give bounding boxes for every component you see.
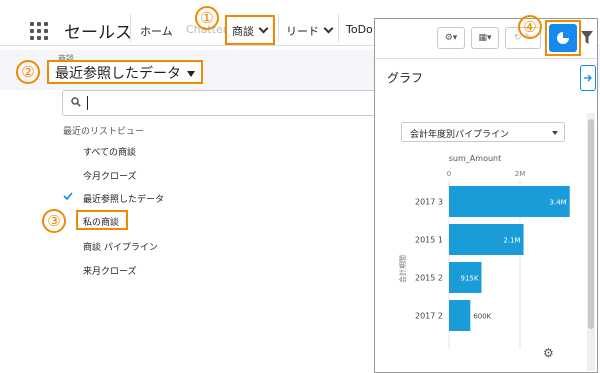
nav-divider	[338, 14, 339, 42]
panel-toolbar: ⚙▾ ▦▾ ↻ ✎	[375, 19, 597, 59]
list-view-item-recent[interactable]: 最近参照したデータ	[83, 192, 164, 205]
search-icon	[71, 97, 81, 107]
table-icon: ▦▾	[478, 33, 492, 43]
list-view-item-next-month[interactable]: 来月クローズ	[83, 264, 137, 277]
x-tick-label: 2M	[515, 170, 526, 178]
bar-value-label: 915K	[461, 275, 479, 283]
nav-tab-home[interactable]: ホーム	[140, 23, 173, 39]
arrow-right-icon	[584, 74, 592, 82]
chart-select-value: 会計年度別パイプライン	[410, 130, 510, 140]
nav-tab-opportunities[interactable]: 商談	[232, 23, 269, 39]
check-icon	[63, 192, 73, 201]
display-as-button[interactable]: ▦▾	[471, 27, 499, 49]
gear-icon: ⚙▾	[444, 33, 458, 43]
chart-panel-title: グラフ	[387, 71, 424, 85]
chevron-down-icon[interactable]	[258, 23, 269, 34]
list-view-search-input[interactable]	[62, 90, 376, 116]
bar-chart: sum_Amount 0 2M 会計期間 2017 3 3.4M 2015 1 2.1M 201…	[398, 154, 570, 349]
collapse-panel-button[interactable]	[580, 65, 596, 91]
bar-value-label: 600K	[473, 313, 491, 321]
nav-divider	[278, 14, 279, 42]
app-launcher-icon[interactable]	[30, 22, 48, 40]
nav-tab-opportunities-label: 商談	[232, 25, 254, 38]
nav-tab-todo[interactable]: ToDo	[346, 23, 373, 36]
callout-4: ④	[518, 15, 542, 39]
list-view-picker-label: 最近参照したデータ	[55, 66, 181, 82]
bar-value-label: 3.4M	[550, 199, 567, 207]
chart-select[interactable]: 会計年度別パイプライン	[401, 122, 565, 142]
callout-3: ③	[42, 209, 66, 233]
callout-1: ①	[195, 6, 219, 30]
caret-down-icon[interactable]	[187, 71, 195, 77]
nav-tab-leads-label: リード	[286, 25, 319, 38]
y-tick-label: 2017 3	[415, 198, 443, 207]
callout-2: ②	[16, 60, 40, 84]
list-view-item-pipeline[interactable]: 商談 パイプライン	[83, 240, 158, 253]
chart-title: sum_Amount	[449, 154, 501, 163]
chart-toggle-button[interactable]	[549, 24, 577, 52]
bar	[449, 300, 471, 331]
chart-settings-gear-icon[interactable]: ⚙	[543, 346, 554, 360]
chart-panel: ⚙▾ ▦▾ ↻ ✎ グラフ 会計年度別パイプライン sum_Amount 0 2M 会…	[374, 18, 598, 373]
y-tick-label: 2015 1	[415, 236, 443, 245]
y-tick-label: 2017 2	[415, 312, 443, 321]
app-name: セールス	[64, 23, 132, 43]
bar-value-label: 2.1M	[503, 237, 520, 245]
scrollbar-thumb[interactable]	[588, 119, 594, 329]
list-settings-button[interactable]: ⚙▾	[437, 27, 465, 49]
pie-chart-icon	[557, 32, 569, 44]
nav-divider	[130, 14, 131, 42]
nav-tab-leads[interactable]: リード	[286, 23, 334, 39]
filter-icon[interactable]	[581, 31, 593, 45]
y-axis-label: 会計期間	[398, 255, 407, 283]
y-tick-label: 2015 2	[415, 274, 443, 283]
x-tick-label: 0	[447, 170, 451, 178]
recent-list-views-heading: 最近のリストビュー	[63, 127, 145, 137]
text-cursor	[87, 96, 88, 110]
caret-down-icon	[552, 131, 558, 135]
chevron-down-icon[interactable]	[323, 23, 334, 34]
list-view-item-my-opportunities[interactable]: 私の商談	[83, 215, 119, 228]
list-view-item-all[interactable]: すべての商談	[83, 145, 136, 158]
list-view-item-this-month[interactable]: 今月クローズ	[83, 169, 137, 182]
